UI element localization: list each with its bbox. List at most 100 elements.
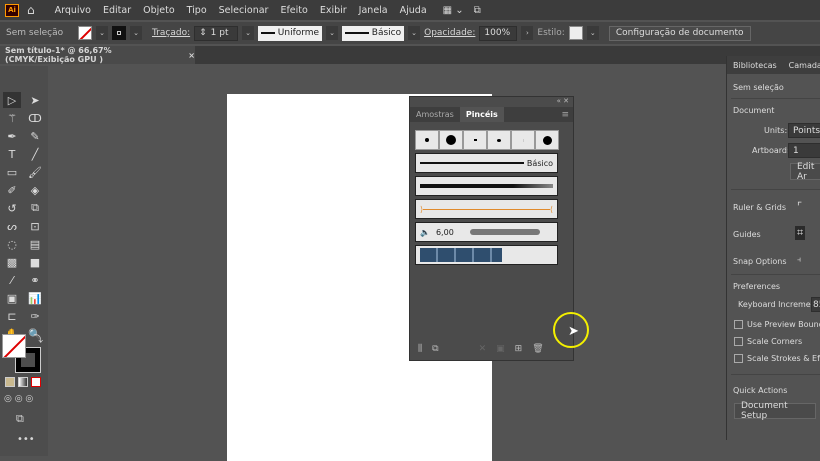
use-preview-bounds-checkbox[interactable]: Use Preview Bounds (734, 320, 820, 329)
menu-arquivo[interactable]: Arquivo (49, 5, 97, 16)
screen-mode-icon[interactable]: ⧉ (16, 412, 24, 426)
fill-swatch[interactable] (78, 26, 92, 40)
brush-bristle[interactable]: 🔈 6,00 (415, 222, 558, 242)
calligraphic-brush-1[interactable] (415, 130, 439, 150)
type-tool-icon[interactable]: T (3, 146, 21, 162)
menu-exibir[interactable]: Exibir (314, 5, 353, 16)
mesh-tool-icon[interactable]: ▩ (3, 254, 21, 270)
perspective-grid-icon[interactable]: ▤ (26, 236, 44, 252)
stroke-swatch[interactable] (112, 26, 126, 40)
panel-collapse-close-icons[interactable]: « ✕ (557, 97, 569, 105)
swap-colors-icon[interactable]: ⤵ (34, 332, 43, 345)
opacity-label[interactable]: Opacidade: (424, 28, 475, 38)
guides-icon[interactable]: ⌗ (795, 226, 806, 240)
gradient-tool-icon[interactable]: ■ (26, 254, 44, 270)
shaper-tool-icon[interactable]: ✐ (3, 182, 21, 198)
stroke-weight-dropdown[interactable]: ⌄ (242, 26, 255, 40)
curvature-tool-icon[interactable]: ✎ (26, 128, 44, 144)
rectangle-tool-icon[interactable]: ▭ (3, 164, 21, 180)
delete-brush-icon[interactable]: 🗑 (532, 344, 543, 354)
shape-builder-icon[interactable]: ◌ (3, 236, 21, 252)
calligraphic-brush-4[interactable] (487, 130, 511, 150)
menu-selecionar[interactable]: Selecionar (213, 5, 275, 16)
gradient-mode-icon[interactable] (18, 377, 28, 387)
menu-ajuda[interactable]: Ajuda (394, 5, 433, 16)
document-setup-button[interactable]: Configuração de documento (608, 25, 751, 41)
warp-tool-icon[interactable]: ᔕ (3, 218, 21, 234)
scale-strokes-checkbox[interactable]: Scale Strokes & Effects (734, 354, 820, 363)
blend-tool-icon[interactable]: ⚭ (26, 272, 44, 288)
free-transform-icon[interactable]: ⊡ (26, 218, 44, 234)
selection-tool-icon[interactable]: ▷ (3, 92, 21, 108)
document-tab[interactable]: Sem título-1* @ 66,67% (CMYK/Exibição GP… (0, 46, 195, 64)
edit-artboards-button[interactable]: Edit Ar (790, 162, 820, 182)
symbol-sprayer-icon[interactable]: ▣ (3, 290, 21, 306)
workspace-switcher-icon[interactable]: ▦ ⌄ (443, 5, 464, 16)
stroke-weight-field[interactable]: ⇕ 1 pt (194, 25, 239, 41)
menu-tipo[interactable]: Tipo (181, 5, 213, 16)
menu-editar[interactable]: Editar (97, 5, 137, 16)
snap-to-point-icon[interactable]: ⫞ (797, 255, 801, 265)
brush-charcoal[interactable] (415, 176, 558, 196)
menu-janela[interactable]: Janela (353, 5, 394, 16)
none-mode-icon[interactable] (31, 377, 41, 387)
variable-width-profile[interactable]: Uniforme (258, 25, 323, 41)
document-setup-quick-button[interactable]: Document Setup (734, 401, 816, 421)
magic-wand-icon[interactable]: ⚚ (3, 110, 21, 126)
draw-mode-icon[interactable]: ◎ ◎ ◎ (4, 394, 33, 404)
opacity-arrow[interactable]: › (521, 26, 534, 40)
brush-dropdown[interactable]: ⌄ (408, 26, 421, 40)
stepper-icon[interactable]: ⇕ (199, 28, 207, 38)
remove-stroke-icon[interactable]: ✕ (479, 344, 487, 354)
menu-objeto[interactable]: Objeto (137, 5, 181, 16)
artboard-field[interactable]: 1 (788, 143, 820, 158)
share-icon[interactable]: ⧉ (474, 5, 481, 16)
tab-bibliotecas[interactable]: Bibliotecas (733, 61, 777, 70)
paintbrush-tool-icon[interactable]: 🖌 (26, 164, 44, 180)
slice-tool-icon[interactable]: ✑ (26, 308, 44, 324)
brush-libraries-icon[interactable]: ⫼ (418, 344, 422, 354)
tab-pinceis[interactable]: Pincéis (459, 107, 504, 122)
rotate-tool-icon[interactable]: ↺ (3, 200, 21, 216)
calligraphic-brush-6[interactable] (535, 130, 559, 150)
calligraphic-brush-3[interactable] (463, 130, 487, 150)
brush-basic[interactable]: Básico (415, 153, 558, 173)
calligraphic-brush-5[interactable] (511, 130, 535, 150)
libraries-panel-icon[interactable]: ⧉ (432, 344, 438, 354)
lasso-icon[interactable]: ↀ (26, 110, 44, 126)
graph-tool-icon[interactable]: 📊 (26, 290, 44, 306)
stroke-label[interactable]: Traçado: (152, 28, 190, 38)
opacity-field[interactable]: 100% (479, 25, 518, 41)
rulers-icon[interactable]: ⌜ (797, 200, 802, 213)
tab-camadas[interactable]: Camadas (789, 61, 820, 70)
scale-tool-icon[interactable]: ⧉ (26, 200, 44, 216)
new-brush-icon[interactable]: ⊞ (515, 344, 523, 354)
pen-tool-icon[interactable]: ✒ (3, 128, 21, 144)
line-tool-icon[interactable]: ╱ (26, 146, 44, 162)
units-dropdown[interactable]: Points (788, 123, 820, 138)
eyedropper-icon[interactable]: ⁄ (3, 272, 21, 288)
color-mode-icon[interactable] (5, 377, 15, 387)
fill-color-box[interactable] (2, 334, 26, 358)
eraser-tool-icon[interactable]: ◈ (26, 182, 44, 198)
style-swatch[interactable] (568, 26, 583, 40)
menu-efeito[interactable]: Efeito (274, 5, 313, 16)
profile-dropdown[interactable]: ⌄ (326, 26, 339, 40)
brush-art-ornament[interactable]: ⟩ ⟨ (415, 199, 558, 219)
more-tools-icon[interactable]: ••• (17, 434, 35, 445)
calligraphic-brush-2[interactable] (439, 130, 463, 150)
tab-amostras[interactable]: Amostras (410, 107, 460, 122)
home-icon[interactable]: ⌂ (27, 3, 35, 17)
brush-options-icon[interactable]: ▣ (496, 344, 505, 354)
panel-menu-icon[interactable]: ≡ (561, 107, 569, 122)
direct-selection-tool-icon[interactable]: ➤ (26, 92, 44, 108)
style-dropdown[interactable]: ⌄ (586, 26, 599, 40)
stroke-dropdown[interactable]: ⌄ (130, 26, 142, 40)
scale-corners-checkbox[interactable]: Scale Corners (734, 337, 802, 346)
artboard-tool-icon[interactable]: ⊏ (3, 308, 21, 324)
brush-pattern[interactable] (415, 245, 558, 265)
close-tab-icon[interactable]: × (188, 51, 195, 60)
fill-dropdown[interactable]: ⌄ (96, 26, 108, 40)
keyboard-increment-field[interactable]: 850 (811, 297, 820, 312)
brush-definition[interactable]: Básico (342, 25, 405, 41)
